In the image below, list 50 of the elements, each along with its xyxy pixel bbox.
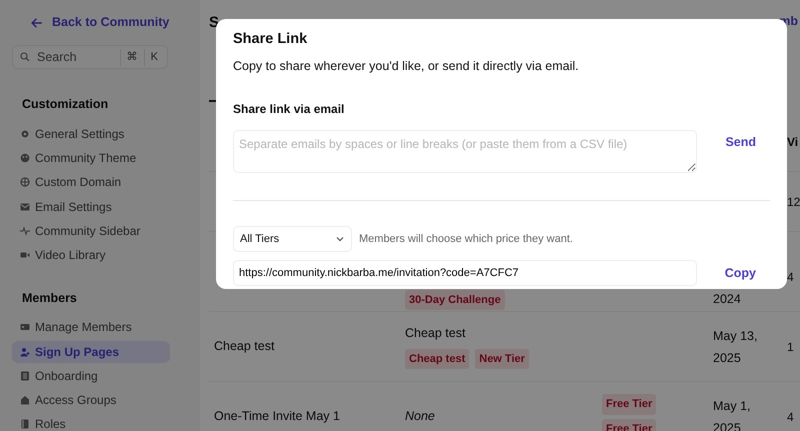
table-cell: One-Time Invite May 1 <box>214 409 340 424</box>
sidebar-item[interactable]: Manage Members <box>12 315 188 340</box>
user-plus-icon <box>20 346 30 357</box>
shortcut-key: K <box>144 49 164 66</box>
column-header: Vi <box>787 134 800 150</box>
video-camera-icon <box>20 250 30 260</box>
dialog-subtitle: Copy to share wherever you'd like, or send it directly via email. <box>233 58 580 76</box>
table-cell: Cheap test <box>214 339 274 354</box>
table-cell-text: None <box>405 408 436 426</box>
tier-tag: Cheap test <box>405 348 470 370</box>
send-button[interactable]: Send <box>711 130 770 154</box>
sidebar-item[interactable]: Access Groups <box>12 388 188 412</box>
table-cell: 4 <box>787 410 794 424</box>
tier-select[interactable]: All Tiers <box>233 226 352 252</box>
section-heading: Customization <box>22 96 110 113</box>
table-cell: 4 <box>787 270 794 284</box>
checklist-icon <box>20 370 30 381</box>
invitation-link-field[interactable]: https://community.nickbarba.me/invitation?code=A7CFC7 <box>233 260 697 286</box>
sidebar-item[interactable]: Sign Up Pages <box>12 340 170 363</box>
table-cell: 2024 <box>713 292 741 306</box>
shortcut-key: ⌘ <box>120 49 144 66</box>
id-card-icon <box>20 322 30 332</box>
envelope-icon <box>20 202 30 212</box>
sidebar-item[interactable]: Community Sidebar <box>12 218 188 244</box>
copy-button[interactable]: Copy <box>710 261 770 286</box>
section-heading: Members <box>22 290 78 307</box>
table-cell: 1 <box>787 340 794 354</box>
sidebar-item[interactable]: Custom Domain <box>12 170 188 195</box>
globe-icon <box>20 177 30 188</box>
pulse-icon <box>20 226 30 236</box>
sidebar-item[interactable]: Roles <box>12 412 188 431</box>
tier-tag: New Tier <box>475 348 529 370</box>
section-label: Share link via email <box>233 101 346 118</box>
sidebar-item[interactable]: Email Settings <box>12 194 188 219</box>
dialog-title: Share Link <box>233 31 308 48</box>
house-icon <box>20 395 30 406</box>
sidebar-item[interactable]: General Settings <box>12 122 188 146</box>
table-cell: May 13, 2025 <box>713 328 758 364</box>
arrow-left-icon <box>30 16 44 28</box>
tier-note: Members will choose which price they want. <box>359 232 573 247</box>
sidebar-item[interactable]: Community Theme <box>12 146 188 170</box>
tier-tag: Free Tier <box>602 394 656 414</box>
search-icon <box>20 52 30 62</box>
email-input-field[interactable]: Separate emails by spaces or line breaks (or paste them from a CSV file) <box>233 130 698 174</box>
sidebar-item[interactable]: Video Library <box>12 243 188 268</box>
table-cell: 12 <box>787 194 800 208</box>
table-cell-text: Cheap test <box>405 324 466 342</box>
sidebar-item[interactable]: Onboarding <box>12 364 188 388</box>
tier-tag: 30-Day Challenge <box>405 290 505 310</box>
back-link[interactable]: Back to Community <box>12 14 188 31</box>
